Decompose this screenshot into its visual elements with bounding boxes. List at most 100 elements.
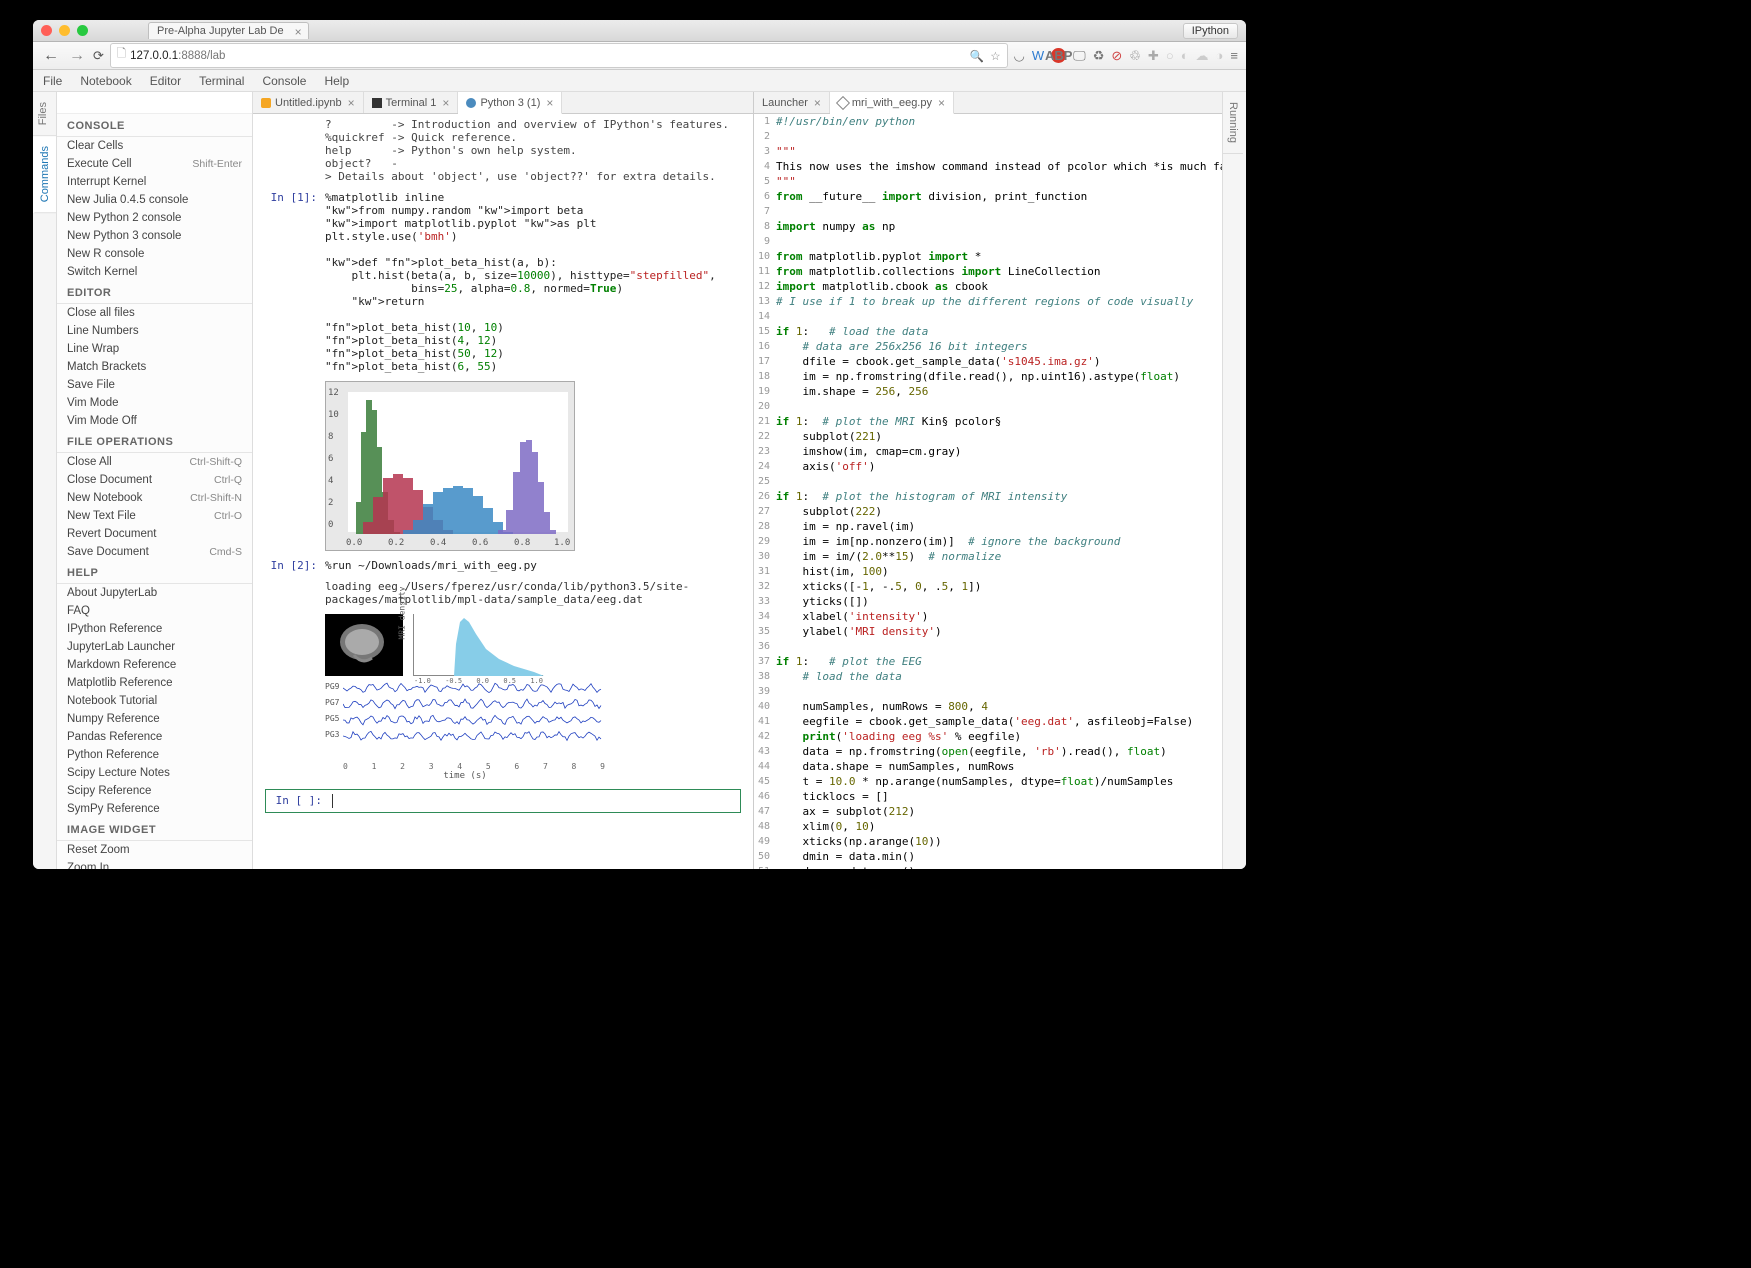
cmd-save-document[interactable]: Save DocumentCmd-S xyxy=(57,543,252,561)
command-search[interactable] xyxy=(57,92,252,114)
editor-line[interactable]: 18 im = np.fromstring(dfile.read(), np.u… xyxy=(754,369,1222,384)
editor-line[interactable]: 40 numSamples, numRows = 800, 4 xyxy=(754,699,1222,714)
cmd-save-file[interactable]: Save File xyxy=(57,376,252,394)
hamburger-icon[interactable]: ≡ xyxy=(1230,48,1238,63)
cmd-line-numbers[interactable]: Line Numbers xyxy=(57,322,252,340)
editor-line[interactable]: 45 t = 10.0 * np.arange(numSamples, dtyp… xyxy=(754,774,1222,789)
editor-line[interactable]: 37if 1: # plot the EEG xyxy=(754,654,1222,669)
editor-line[interactable]: 9 xyxy=(754,234,1222,249)
ipython-button[interactable]: IPython xyxy=(1183,23,1238,39)
cmd-close-all[interactable]: Close AllCtrl-Shift-Q xyxy=(57,453,252,471)
editor-line[interactable]: 24 axis('off') xyxy=(754,459,1222,474)
editor-line[interactable]: 51 dmax = data.max() xyxy=(754,864,1222,869)
cmd-sympy-reference[interactable]: SymPy Reference xyxy=(57,800,252,818)
menu-file[interactable]: File xyxy=(43,74,62,88)
editor-line[interactable]: 47 ax = subplot(212) xyxy=(754,804,1222,819)
cmd-notebook-tutorial[interactable]: Notebook Tutorial xyxy=(57,692,252,710)
running-tab[interactable]: Running xyxy=(1223,92,1243,154)
editor-line[interactable]: 11from matplotlib.collections import Lin… xyxy=(754,264,1222,279)
editor-line[interactable]: 3""" xyxy=(754,144,1222,159)
cmd-clear-cells[interactable]: Clear Cells xyxy=(57,137,252,155)
editor-line[interactable]: 2 xyxy=(754,129,1222,144)
tab-untitled-ipynb[interactable]: Untitled.ipynb× xyxy=(253,92,364,113)
editor-line[interactable]: 35 ylabel('MRI density') xyxy=(754,624,1222,639)
editor-line[interactable]: 17 dfile = cbook.get_sample_data('s1045.… xyxy=(754,354,1222,369)
editor-line[interactable]: 16 # data are 256x256 16 bit integers xyxy=(754,339,1222,354)
close-tab-icon[interactable]: × xyxy=(295,25,302,39)
empty-cell[interactable]: In [ ]: xyxy=(265,789,741,813)
notebook-panel[interactable]: ? -> Introduction and overview of IPytho… xyxy=(253,114,753,869)
ext-icon-3[interactable]: ♲ xyxy=(1129,48,1141,64)
tab-launcher[interactable]: Launcher× xyxy=(754,92,830,113)
editor-line[interactable]: 5""" xyxy=(754,174,1222,189)
cmd-about-jupyterlab[interactable]: About JupyterLab xyxy=(57,584,252,602)
tab-mri-with-eeg.py[interactable]: mri_with_eeg.py× xyxy=(830,92,954,114)
cmd-numpy-reference[interactable]: Numpy Reference xyxy=(57,710,252,728)
maximize-window-icon[interactable] xyxy=(77,25,88,36)
editor-line[interactable]: 23 imshow(im, cmap=cm.gray) xyxy=(754,444,1222,459)
editor-line[interactable]: 39 xyxy=(754,684,1222,699)
editor-line[interactable]: 6from __future__ import division, print_… xyxy=(754,189,1222,204)
editor-line[interactable]: 22 subplot(221) xyxy=(754,429,1222,444)
close-tab-icon[interactable]: × xyxy=(938,96,945,110)
cmd-vim-mode-off[interactable]: Vim Mode Off xyxy=(57,412,252,430)
editor-line[interactable]: 25 xyxy=(754,474,1222,489)
editor-line[interactable]: 31 hist(im, 100) xyxy=(754,564,1222,579)
cmd-new-julia-0-4-5-console[interactable]: New Julia 0.4.5 console xyxy=(57,191,252,209)
cmd-new-r-console[interactable]: New R console xyxy=(57,245,252,263)
ext-icon-4[interactable]: ✚ xyxy=(1148,48,1159,64)
editor-line[interactable]: 49 xticks(np.arange(10)) xyxy=(754,834,1222,849)
cmd-jupyterlab-launcher[interactable]: JupyterLab Launcher xyxy=(57,638,252,656)
ext-icon-7[interactable]: ☁ xyxy=(1196,48,1209,64)
editor-line[interactable]: 38 # load the data xyxy=(754,669,1222,684)
forward-icon[interactable]: → xyxy=(67,47,87,65)
editor-line[interactable]: 12import matplotlib.cbook as cbook xyxy=(754,279,1222,294)
ext-icon-2[interactable]: ⊘ xyxy=(1111,48,1122,64)
editor-line[interactable]: 44 data.shape = numSamples, numRows xyxy=(754,759,1222,774)
reload-icon[interactable]: ⟳ xyxy=(93,48,104,64)
editor-line[interactable]: 7 xyxy=(754,204,1222,219)
tab-python-3-1-[interactable]: Python 3 (1)× xyxy=(458,92,562,114)
recycle-icon[interactable]: ♻ xyxy=(1093,48,1105,64)
close-window-icon[interactable] xyxy=(41,25,52,36)
in1-code[interactable]: %matplotlib inline"kw">from numpy.random… xyxy=(325,191,741,373)
ext-icon-1[interactable]: 🖵 xyxy=(1073,48,1086,64)
minimize-window-icon[interactable] xyxy=(59,25,70,36)
cmd-interrupt-kernel[interactable]: Interrupt Kernel xyxy=(57,173,252,191)
cmd-new-python-2-console[interactable]: New Python 2 console xyxy=(57,209,252,227)
cmd-vim-mode[interactable]: Vim Mode xyxy=(57,394,252,412)
w-ext-icon[interactable]: W xyxy=(1032,48,1044,63)
menu-help[interactable]: Help xyxy=(324,74,349,88)
cmd-zoom-in[interactable]: Zoom In xyxy=(57,859,252,869)
editor-line[interactable]: 33 yticks([]) xyxy=(754,594,1222,609)
cmd-revert-document[interactable]: Revert Document xyxy=(57,525,252,543)
menu-notebook[interactable]: Notebook xyxy=(80,74,131,88)
editor-line[interactable]: 43 data = np.fromstring(open(eegfile, 'r… xyxy=(754,744,1222,759)
address-bar[interactable]: 🗋 127.0.0.1:8888/lab 🔍 ☆ xyxy=(110,43,1008,68)
close-tab-icon[interactable]: × xyxy=(442,96,449,110)
editor-line[interactable]: 34 xlabel('intensity') xyxy=(754,609,1222,624)
editor-line[interactable]: 8import numpy as np xyxy=(754,219,1222,234)
in2-code[interactable]: %run ~/Downloads/mri_with_eeg.py xyxy=(325,559,741,572)
cmd-new-notebook[interactable]: New NotebookCtrl-Shift-N xyxy=(57,489,252,507)
cmd-switch-kernel[interactable]: Switch Kernel xyxy=(57,263,252,281)
cmd-markdown-reference[interactable]: Markdown Reference xyxy=(57,656,252,674)
cmd-ipython-reference[interactable]: IPython Reference xyxy=(57,620,252,638)
editor-line[interactable]: 30 im = im/(2.0**15) # normalize xyxy=(754,549,1222,564)
cmd-matplotlib-reference[interactable]: Matplotlib Reference xyxy=(57,674,252,692)
sidebar-tab-files[interactable]: Files xyxy=(33,92,56,136)
cmd-close-document[interactable]: Close DocumentCtrl-Q xyxy=(57,471,252,489)
cmd-new-text-file[interactable]: New Text FileCtrl-O xyxy=(57,507,252,525)
search-icon[interactable]: 🔍 xyxy=(970,49,984,63)
editor-line[interactable]: 41 eegfile = cbook.get_sample_data('eeg.… xyxy=(754,714,1222,729)
cmd-execute-cell[interactable]: Execute CellShift-Enter xyxy=(57,155,252,173)
editor-line[interactable]: 20 xyxy=(754,399,1222,414)
menu-editor[interactable]: Editor xyxy=(150,74,181,88)
browser-tab[interactable]: Pre-Alpha Jupyter Lab De × xyxy=(148,22,309,39)
editor-line[interactable]: 19 im.shape = 256, 256 xyxy=(754,384,1222,399)
pocket-icon[interactable]: ◡ xyxy=(1014,48,1025,64)
ext-icon-8[interactable]: ◑ xyxy=(1216,48,1224,63)
editor-line[interactable]: 27 subplot(222) xyxy=(754,504,1222,519)
editor-line[interactable]: 14 xyxy=(754,309,1222,324)
cmd-match-brackets[interactable]: Match Brackets xyxy=(57,358,252,376)
